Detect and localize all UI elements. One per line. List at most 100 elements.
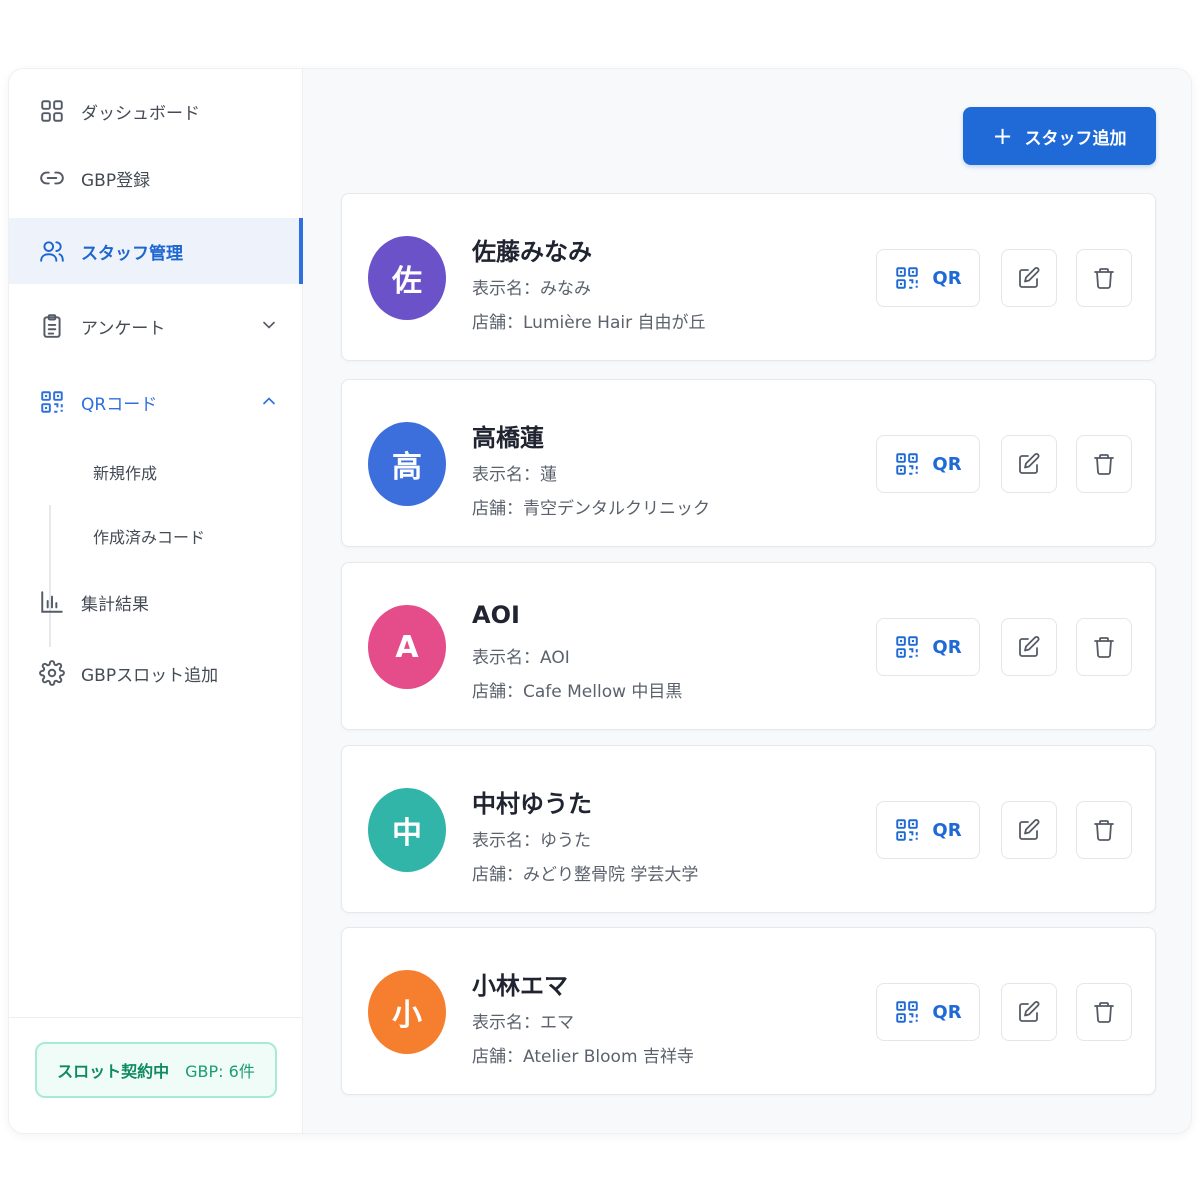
- add-staff-label: スタッフ追加: [1024, 128, 1127, 149]
- avatar-initial: A: [395, 629, 419, 665]
- sidebar-item-label: GBPスロット追加: [81, 665, 219, 686]
- edit-icon: [1019, 636, 1040, 657]
- staff-card: 小 小林エマ 表示名：エマ 店舗：Atelier Bloom 吉祥寺 QR: [341, 927, 1156, 1095]
- edit-button[interactable]: [1001, 435, 1057, 493]
- avatar: 中: [368, 788, 446, 872]
- trash-icon: [1094, 1002, 1114, 1023]
- qr-button-label: QR: [932, 636, 962, 658]
- sidebar-item-gbp-register[interactable]: GBP登録: [9, 145, 303, 211]
- staff-store: 店舗：みどり整骨院 学芸大学: [472, 865, 699, 885]
- staff-name: 高橋蓮: [472, 424, 544, 452]
- plus-icon: +: [992, 122, 1013, 150]
- trash-icon: [1094, 820, 1114, 841]
- bar-chart-icon: [39, 589, 65, 615]
- delete-button[interactable]: [1076, 801, 1132, 859]
- trash-icon: [1094, 268, 1114, 289]
- avatar: A: [368, 605, 446, 689]
- staff-store: 店舗：Lumière Hair 自由が丘: [472, 313, 706, 333]
- qr-button[interactable]: QR: [876, 249, 980, 307]
- sidebar-item-gbp-slot[interactable]: GBPスロット追加: [9, 640, 303, 706]
- clipboard-icon: [39, 313, 65, 339]
- sidebar-item-qrcode[interactable]: QRコード: [9, 369, 303, 435]
- staff-display-name: 表示名：みなみ: [472, 279, 591, 299]
- dashboard-grid-icon: [39, 98, 65, 124]
- staff-display-name: 表示名：ゆうた: [472, 831, 591, 851]
- avatar-initial: 高: [392, 450, 422, 485]
- users-icon: [39, 238, 65, 264]
- qr-button-label: QR: [932, 267, 962, 289]
- staff-display-name: 表示名：AOI: [472, 648, 570, 668]
- avatar: 佐: [368, 236, 446, 320]
- edit-icon: [1019, 819, 1040, 840]
- qr-button[interactable]: QR: [876, 435, 980, 493]
- staff-store: 店舗：Atelier Bloom 吉祥寺: [472, 1047, 694, 1067]
- delete-button[interactable]: [1076, 249, 1132, 307]
- avatar-initial: 中: [392, 816, 422, 851]
- gear-icon: [39, 660, 65, 686]
- app-window: ダッシュボード GBP登録 スタッフ管理 アンケート QRコード 新規作成 作成…: [8, 68, 1192, 1134]
- staff-name: AOI: [472, 601, 520, 629]
- edit-icon: [1019, 453, 1040, 474]
- staff-display-name: 表示名：エマ: [472, 1013, 574, 1033]
- edit-button[interactable]: [1001, 618, 1057, 676]
- qr-code-icon: [896, 453, 919, 475]
- submenu-item-created-codes[interactable]: 作成済みコード: [93, 524, 205, 548]
- staff-card: 佐 佐藤みなみ 表示名：みなみ 店舗：Lumière Hair 自由が丘 QR: [341, 193, 1156, 361]
- qr-code-icon: [896, 636, 919, 658]
- avatar-initial: 小: [392, 998, 422, 1033]
- chevron-up-icon[interactable]: [259, 391, 279, 411]
- staff-name: 中村ゆうた: [472, 790, 592, 818]
- staff-name: 小林エマ: [472, 972, 568, 1000]
- edit-button[interactable]: [1001, 801, 1057, 859]
- slot-status-badge: スロット契約中 GBP: 6件: [35, 1042, 277, 1098]
- staff-card: 中 中村ゆうた 表示名：ゆうた 店舗：みどり整骨院 学芸大学 QR: [341, 745, 1156, 913]
- staff-card: 高 高橋蓮 表示名：蓮 店舗：青空デンタルクリニック QR: [341, 379, 1156, 547]
- qr-button-label: QR: [932, 453, 962, 475]
- sidebar: ダッシュボード GBP登録 スタッフ管理 アンケート QRコード 新規作成 作成…: [9, 69, 303, 1133]
- staff-display-name: 表示名：蓮: [472, 465, 557, 485]
- qr-code-icon: [896, 1001, 919, 1023]
- trash-icon: [1094, 454, 1114, 475]
- qr-button[interactable]: QR: [876, 618, 980, 676]
- sidebar-item-survey[interactable]: アンケート: [9, 293, 303, 359]
- delete-button[interactable]: [1076, 983, 1132, 1041]
- sidebar-item-dashboard[interactable]: ダッシュボード: [9, 78, 303, 144]
- staff-card: A AOI 表示名：AOI 店舗：Cafe Mellow 中目黒 QR: [341, 562, 1156, 730]
- trash-icon: [1094, 637, 1114, 658]
- staff-name: 佐藤みなみ: [472, 238, 592, 266]
- avatar: 高: [368, 422, 446, 506]
- qr-code-icon: [39, 389, 65, 415]
- sidebar-footer: スロット契約中 GBP: 6件: [9, 1017, 303, 1133]
- submenu-item-new[interactable]: 新規作成: [93, 460, 157, 484]
- link-icon: [39, 165, 65, 191]
- edit-icon: [1019, 1001, 1040, 1022]
- sidebar-item-label: GBP登録: [81, 170, 151, 191]
- sidebar-item-results[interactable]: 集計結果: [9, 569, 303, 635]
- chevron-down-icon[interactable]: [259, 315, 279, 335]
- qr-code-icon: [896, 819, 919, 841]
- slot-status-label: スロット契約中: [57, 1062, 170, 1081]
- edit-icon: [1019, 267, 1040, 288]
- sidebar-item-staff[interactable]: スタッフ管理: [9, 218, 303, 284]
- staff-store: 店舗：Cafe Mellow 中目黒: [472, 682, 683, 702]
- qr-button[interactable]: QR: [876, 983, 980, 1041]
- avatar: 小: [368, 970, 446, 1054]
- sidebar-item-label: QRコード: [81, 394, 158, 415]
- sidebar-item-label: 集計結果: [81, 594, 149, 615]
- add-staff-button[interactable]: + スタッフ追加: [963, 107, 1156, 165]
- staff-store: 店舗：青空デンタルクリニック: [472, 499, 710, 519]
- edit-button[interactable]: [1001, 249, 1057, 307]
- avatar-initial: 佐: [392, 264, 422, 299]
- main-content: + スタッフ追加 佐 佐藤みなみ 表示名：みなみ 店舗：Lumière Hair…: [303, 69, 1191, 1133]
- slot-count-label: GBP: 6件: [185, 1062, 255, 1081]
- delete-button[interactable]: [1076, 618, 1132, 676]
- sidebar-item-label: スタッフ管理: [81, 243, 183, 264]
- qr-button[interactable]: QR: [876, 801, 980, 859]
- qr-code-icon: [896, 267, 919, 289]
- qr-button-label: QR: [932, 819, 962, 841]
- qr-button-label: QR: [932, 1001, 962, 1023]
- sidebar-item-label: アンケート: [81, 318, 166, 339]
- sidebar-item-label: ダッシュボード: [81, 103, 200, 124]
- delete-button[interactable]: [1076, 435, 1132, 493]
- edit-button[interactable]: [1001, 983, 1057, 1041]
